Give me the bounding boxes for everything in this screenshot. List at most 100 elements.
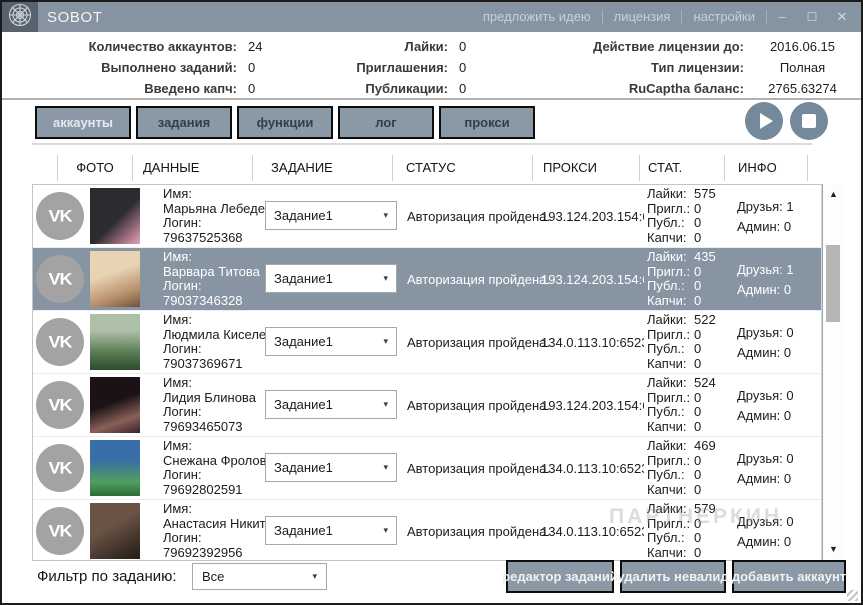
chevron-down-icon: ▾ — [383, 399, 388, 410]
tab-log[interactable]: лог — [338, 106, 434, 139]
friends-count: Друзья: 0 — [737, 451, 794, 466]
friends-count: Друзья: 1 — [737, 262, 794, 277]
invites-count: 0 — [694, 390, 701, 405]
table-row[interactable]: VK Имя: Варвара Титова Логин: 7903734632… — [33, 248, 821, 311]
stat-cell: Лайки:435 Пригл.:0 Публ.:0 Капчи:0 — [647, 250, 716, 308]
task-dropdown[interactable]: Задание1 ▾ — [265, 516, 397, 545]
license-until-label: Действие лицензии до: — [560, 39, 744, 54]
scroll-down-icon[interactable]: ▼ — [823, 544, 844, 554]
captcha-count: 0 — [694, 419, 701, 434]
vertical-scrollbar[interactable]: ▲ ▼ — [822, 184, 844, 561]
account-photo — [90, 251, 140, 307]
account-photo — [90, 377, 140, 433]
name-label: Имя: — [163, 187, 279, 202]
admin-count: Админ: 0 — [737, 345, 794, 360]
account-photo — [90, 440, 140, 496]
login-label: Логин: — [163, 279, 260, 294]
task-dropdown[interactable]: Задание1 ▾ — [265, 453, 397, 482]
admin-count: Админ: 0 — [737, 471, 794, 486]
rucaptha-balance-label: RuCaptha баланс: — [560, 81, 744, 96]
table-row[interactable]: VK Имя: Марьяна Лебедева Логин: 79637525… — [33, 185, 821, 248]
filter-dropdown[interactable]: Все ▾ — [192, 563, 327, 590]
status-text: Авторизация пройдена. — [407, 437, 550, 499]
task-dropdown-value: Задание1 — [274, 334, 333, 349]
tab-functions[interactable]: функции — [237, 106, 333, 139]
likes-count: 579 — [694, 501, 716, 516]
table-row[interactable]: VK Имя: Людмила Киселева Логин: 79037369… — [33, 311, 821, 374]
tasks-done-label: Выполнено заданий: — [32, 60, 237, 75]
tab-bar: аккаунты задания функции лог прокси — [35, 106, 535, 139]
header-data: ДАННЫЕ — [132, 155, 252, 181]
resize-grip-icon[interactable] — [847, 590, 858, 601]
invites-count: 0 — [694, 327, 701, 342]
stop-button[interactable] — [790, 102, 828, 140]
minimize-icon[interactable]: – — [767, 2, 797, 32]
admin-count: Админ: 0 — [737, 534, 794, 549]
accounts-table: VK Имя: Марьяна Лебедева Логин: 79637525… — [32, 184, 822, 561]
scrollbar-thumb[interactable] — [826, 245, 840, 322]
name-label: Имя: — [163, 376, 256, 391]
table-row[interactable]: VK Имя: Лидия Блинова Логин: 79693465073… — [33, 374, 821, 437]
app-window: SOBOT предложить идею лицензия настройки… — [0, 0, 863, 605]
friends-count: Друзья: 0 — [737, 388, 794, 403]
posts-count: 0 — [694, 530, 701, 545]
task-dropdown[interactable]: Задание1 ▾ — [265, 327, 397, 356]
filter-dropdown-value: Все — [202, 569, 224, 584]
task-editor-button[interactable]: редактор заданий — [506, 560, 614, 593]
footer-buttons: редактор заданий удалить невалид добавит… — [506, 560, 846, 593]
stats-divider — [2, 98, 863, 100]
invites-value: 0 — [459, 60, 466, 75]
name-label: Имя: — [163, 313, 280, 328]
proxy-text: 134.0.113.10:65233 — [541, 437, 644, 499]
menu-settings[interactable]: настройки — [682, 2, 766, 32]
invites-count: 0 — [694, 264, 701, 279]
close-icon[interactable]: ✕ — [827, 2, 857, 32]
login-label: Логин: — [163, 405, 256, 420]
info-cell: Друзья: 0 Админ: 0 — [737, 311, 794, 373]
header-info: ИНФО — [724, 155, 807, 181]
account-name: Варвара Титова — [163, 265, 260, 280]
vk-icon: VK — [36, 507, 84, 555]
scroll-up-icon[interactable]: ▲ — [823, 189, 844, 199]
tab-proxy[interactable]: прокси — [439, 106, 535, 139]
app-logo — [2, 2, 38, 32]
tab-accounts[interactable]: аккаунты — [35, 106, 131, 139]
friends-count: Друзья: 1 — [737, 199, 794, 214]
maximize-icon[interactable]: ☐ — [797, 2, 827, 32]
chevron-down-icon: ▾ — [383, 525, 388, 536]
table-header: ФОТО ДАННЫЕ ЗАДАНИЕ СТАТУС ПРОКСИ СТАТ. … — [32, 153, 824, 182]
filter-label: Фильтр по заданию: — [37, 568, 177, 585]
accounts-count-label: Количество аккаунтов: — [32, 39, 237, 54]
menu-suggest-idea[interactable]: предложить идею — [472, 2, 602, 32]
add-account-button[interactable]: добавить аккаунт — [732, 560, 846, 593]
menu-license[interactable]: лицензия — [603, 2, 682, 32]
stat-cell: Лайки:522 Пригл.:0 Публ.:0 Капчи:0 — [647, 313, 716, 371]
account-login: 79037369671 — [163, 357, 280, 372]
posts-count: 0 — [694, 341, 701, 356]
stat-cell: Лайки:579 Пригл.:0 Публ.:0 Капчи:0 — [647, 502, 716, 560]
header-stat: СТАТ. — [639, 155, 724, 181]
task-dropdown[interactable]: Задание1 ▾ — [265, 264, 397, 293]
account-login: 79693465073 — [163, 420, 256, 435]
stats-activity-column: Лайки: 0 Приглашения: 0 Публикации: 0 — [332, 39, 466, 96]
invites-count: 0 — [694, 201, 701, 216]
likes-count: 469 — [694, 438, 716, 453]
table-row[interactable]: VK Имя: Снежана Фролова Логин: 796928025… — [33, 437, 821, 500]
tab-tasks[interactable]: задания — [136, 106, 232, 139]
invites-label: Приглашения: — [332, 60, 448, 75]
name-label: Имя: — [163, 502, 287, 517]
table-row[interactable]: VK Имя: Анастасия Никитина Логин: 796923… — [33, 500, 821, 561]
name-label: Имя: — [163, 439, 274, 454]
task-dropdown[interactable]: Задание1 ▾ — [265, 390, 397, 419]
account-photo — [90, 188, 140, 244]
posts-count: 0 — [694, 404, 701, 419]
delete-invalid-button[interactable]: удалить невалид — [620, 560, 726, 593]
stop-icon — [802, 114, 816, 128]
task-dropdown[interactable]: Задание1 ▾ — [265, 201, 397, 230]
posts-value: 0 — [459, 81, 466, 96]
license-until-value: 2016.06.15 — [755, 39, 850, 54]
task-dropdown-value: Задание1 — [274, 397, 333, 412]
play-button[interactable] — [745, 102, 783, 140]
account-name: Людмила Киселева — [163, 328, 280, 343]
header-photo: ФОТО — [57, 155, 132, 181]
